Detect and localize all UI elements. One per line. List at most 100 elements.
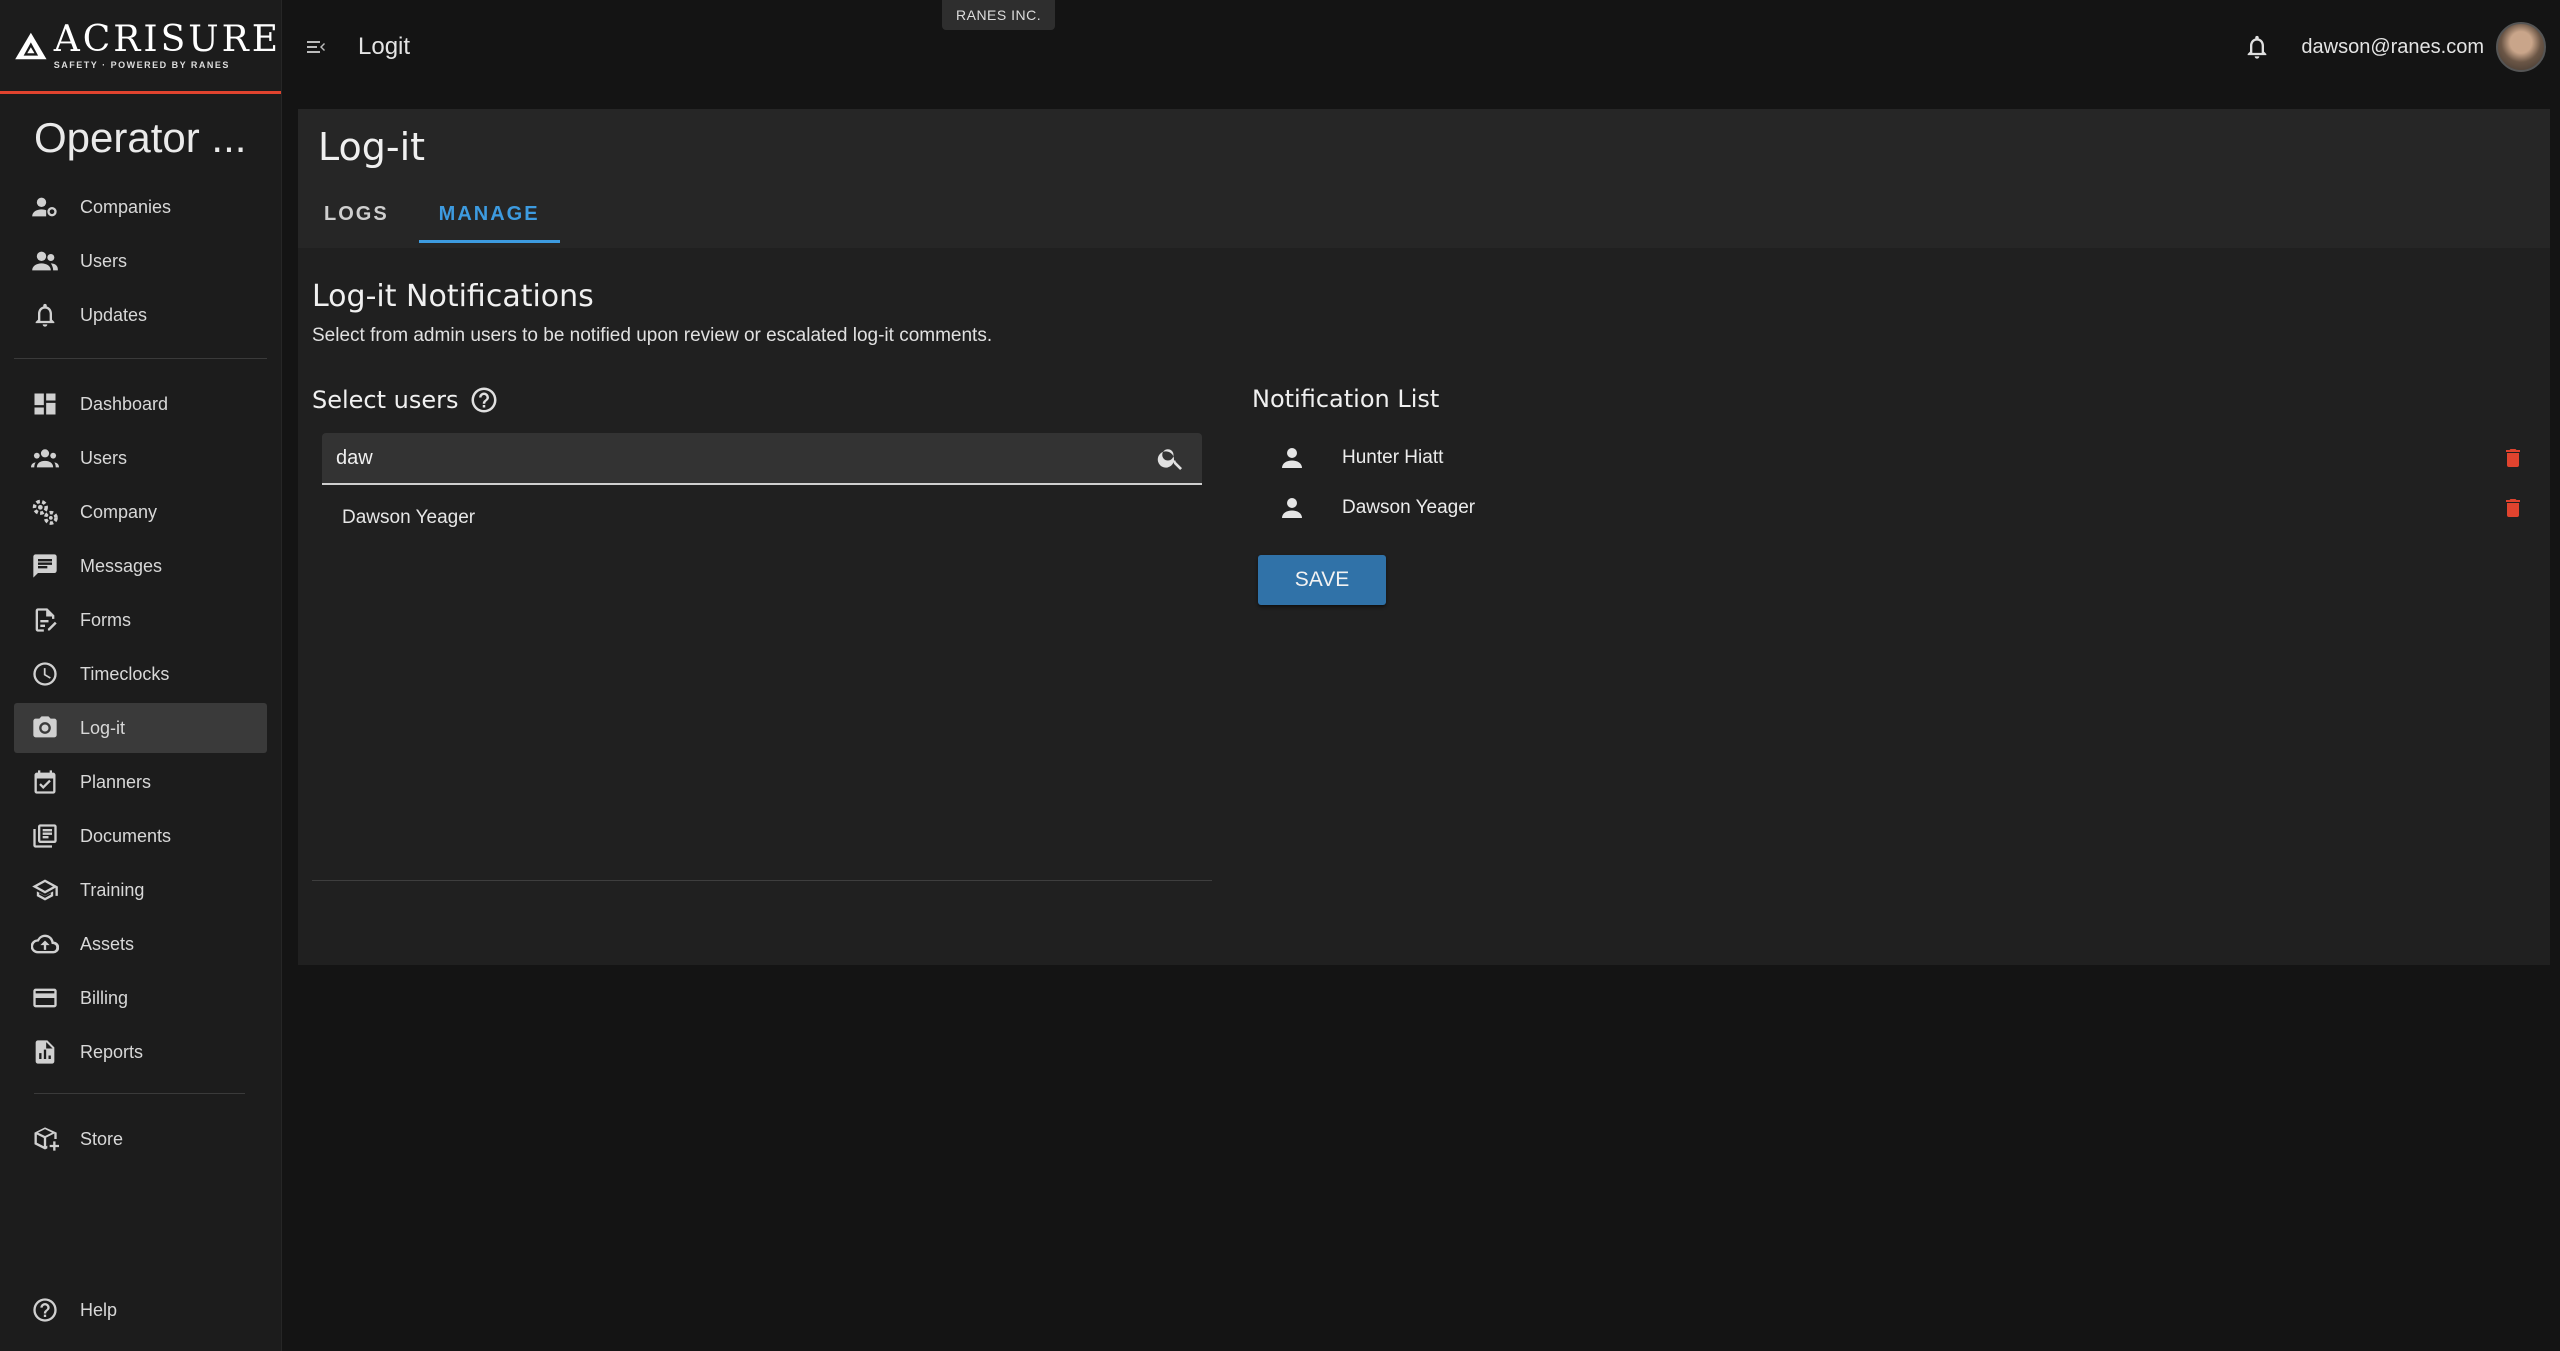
- sidebar-item-label: Planners: [80, 771, 152, 792]
- select-users-heading: Select users: [312, 385, 499, 415]
- avatar[interactable]: [2496, 22, 2546, 72]
- sidebar-item-label: Store: [80, 1128, 124, 1149]
- users-icon: [30, 246, 60, 276]
- message-icon: [30, 551, 60, 581]
- brand-name: ACRISURE: [53, 18, 281, 60]
- header-title: Logit: [358, 33, 411, 60]
- sidebar-item-dashboard[interactable]: Dashboard: [14, 379, 267, 429]
- tab-manage[interactable]: MANAGE: [418, 191, 560, 243]
- page-title: Log-it: [318, 125, 426, 169]
- gears-icon: [30, 497, 60, 527]
- bell-icon: [30, 300, 60, 330]
- header-user-area: dawson@ranes.com: [2237, 22, 2546, 72]
- trash-icon: [2506, 499, 2520, 517]
- top-bar: Logit: [282, 0, 2560, 94]
- select-users-label: Select users: [312, 386, 459, 414]
- sidebar-item-users-operator[interactable]: Users: [14, 236, 267, 286]
- trash-icon: [2506, 449, 2520, 467]
- store-box-icon: [30, 1124, 60, 1154]
- help-circle-icon: [30, 1295, 60, 1325]
- delete-button[interactable]: [2498, 493, 2528, 523]
- menu-collapse-button[interactable]: [296, 27, 336, 67]
- forms-icon: [30, 605, 60, 635]
- sidebar-item-label: Log-it: [80, 717, 126, 738]
- sidebar-item-messages[interactable]: Messages: [14, 541, 267, 591]
- sidebar-item-companies[interactable]: Companies: [14, 182, 267, 232]
- sidebar-item-label: Assets: [80, 933, 135, 954]
- camera-icon: [30, 713, 60, 743]
- sidebar-item-label: Help: [80, 1299, 118, 1320]
- sidebar-item-assets[interactable]: Assets: [14, 919, 267, 969]
- graduation-cap-icon: [30, 875, 60, 905]
- sidebar-item-label: Documents: [80, 825, 172, 846]
- sidebar-item-label: Billing: [80, 987, 129, 1008]
- sidebar-item-label: Training: [80, 879, 145, 900]
- notification-user-name: Dawson Yeager: [1342, 497, 1476, 518]
- notifications-button[interactable]: [2237, 27, 2277, 67]
- clock-icon: [30, 659, 60, 689]
- sidebar-item-reports[interactable]: Reports: [14, 1027, 267, 1077]
- companies-icon: [30, 192, 60, 222]
- nav-group-company: Dashboard Users Company Messages Forms T…: [0, 379, 281, 1077]
- list-item: Hunter Hiatt: [1252, 433, 2542, 483]
- person-icon: [1272, 488, 1312, 528]
- acrisure-logo-icon: [15, 32, 47, 59]
- sidebar-item-label: Updates: [80, 304, 148, 325]
- sidebar-item-label: Dashboard: [80, 393, 169, 414]
- users-icon: [30, 443, 60, 473]
- dashboard-icon: [30, 389, 60, 419]
- sidebar-item-label: Users: [80, 250, 128, 271]
- save-button[interactable]: SAVE: [1258, 555, 1386, 605]
- documents-icon: [30, 821, 60, 851]
- sidebar-divider: [34, 1093, 245, 1094]
- user-search-field[interactable]: [322, 433, 1202, 485]
- notification-list-heading: Notification List: [1252, 385, 1440, 413]
- menu-collapse-icon: [307, 41, 325, 53]
- notification-user-name: Hunter Hiatt: [1342, 447, 1444, 468]
- search-icon[interactable]: [1156, 443, 1186, 473]
- sidebar-item-users[interactable]: Users: [14, 433, 267, 483]
- sidebar-item-label: Company: [80, 501, 158, 522]
- delete-button[interactable]: [2498, 443, 2528, 473]
- help-circle-icon[interactable]: [469, 385, 499, 415]
- tab-logs[interactable]: LOGS: [318, 191, 409, 243]
- sidebar-item-label: Reports: [80, 1041, 144, 1062]
- list-item: Dawson Yeager: [1252, 483, 2542, 533]
- calendar-check-icon: [30, 767, 60, 797]
- bell-icon: [2248, 35, 2267, 59]
- sidebar-item-store[interactable]: Store: [14, 1114, 267, 1164]
- list-divider: [312, 880, 1212, 881]
- sidebar-item-documents[interactable]: Documents: [14, 811, 267, 861]
- section-title: Log-it Notifications: [312, 279, 594, 314]
- sidebar-title: Operator ...: [34, 114, 247, 161]
- nav-group-store: Store: [0, 1114, 281, 1164]
- person-icon: [1272, 438, 1312, 478]
- user-search-input[interactable]: [336, 446, 1156, 470]
- sidebar-item-label: Companies: [80, 196, 172, 217]
- search-result-item[interactable]: Dawson Yeager: [342, 507, 475, 529]
- sidebar-item-planners[interactable]: Planners: [14, 757, 267, 807]
- sidebar-item-training[interactable]: Training: [14, 865, 267, 915]
- company-badge[interactable]: RANES INC.: [942, 0, 1056, 30]
- sidebar-item-updates[interactable]: Updates: [14, 290, 267, 340]
- sidebar-item-label: Users: [80, 447, 128, 468]
- sidebar: ACRISURE SAFETY · POWERED BY RANES Opera…: [0, 0, 282, 1351]
- sidebar-item-timeclocks[interactable]: Timeclocks: [14, 649, 267, 699]
- sidebar-divider: [14, 358, 267, 359]
- sidebar-item-label: Messages: [80, 555, 163, 576]
- cloud-upload-icon: [30, 929, 60, 959]
- sidebar-item-forms[interactable]: Forms: [14, 595, 267, 645]
- main-content: Log-it LOGS MANAGE Log-it Notifications …: [298, 109, 2550, 965]
- sidebar-item-help[interactable]: Help: [14, 1285, 264, 1335]
- sidebar-item-label: Timeclocks: [80, 663, 170, 684]
- sidebar-item-company[interactable]: Company: [14, 487, 267, 537]
- brand-tagline: SAFETY · POWERED BY RANES: [53, 59, 230, 70]
- brand-logo[interactable]: ACRISURE SAFETY · POWERED BY RANES: [0, 0, 281, 94]
- sidebar-item-log-it[interactable]: Log-it: [14, 703, 267, 753]
- user-email[interactable]: dawson@ranes.com: [2301, 36, 2484, 59]
- sidebar-item-billing[interactable]: Billing: [14, 973, 267, 1023]
- section-description: Select from admin users to be notified u…: [312, 325, 993, 346]
- sidebar-item-label: Forms: [80, 609, 131, 630]
- credit-card-icon: [30, 983, 60, 1013]
- page-header: Log-it LOGS MANAGE: [298, 109, 2550, 248]
